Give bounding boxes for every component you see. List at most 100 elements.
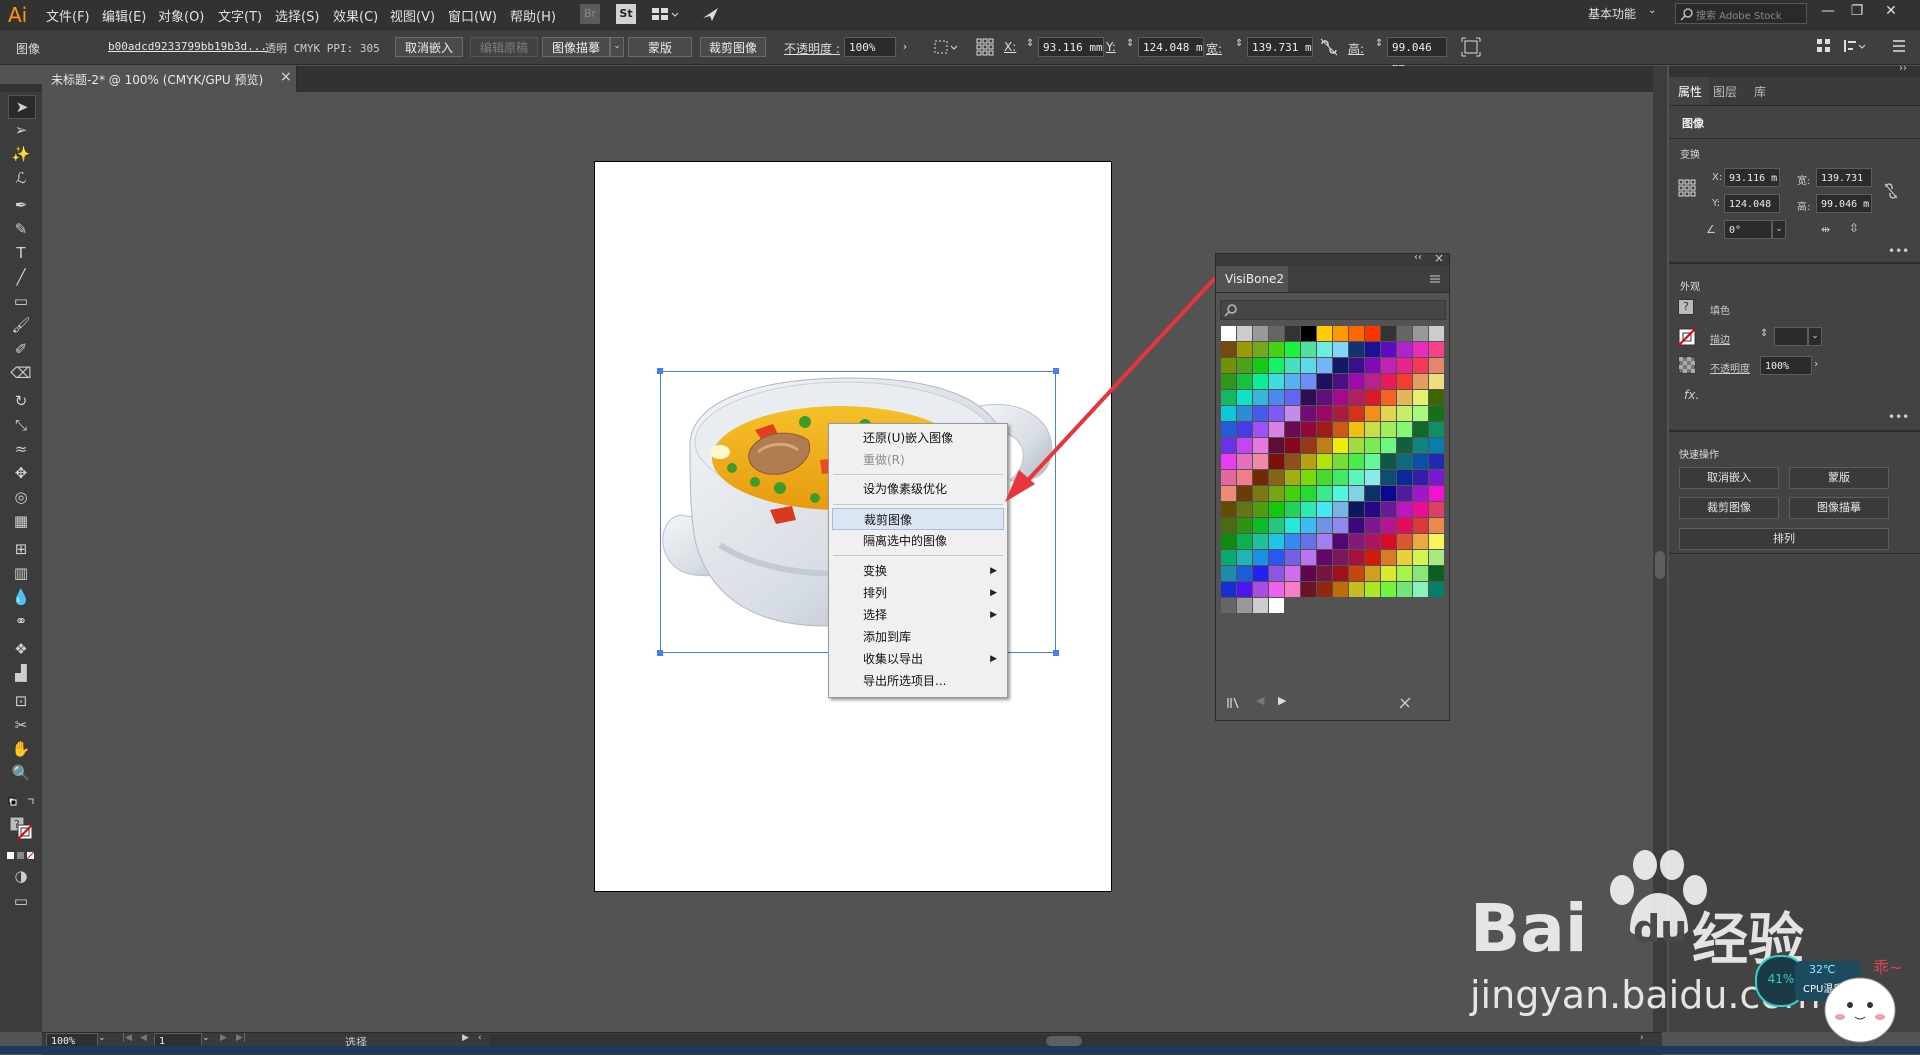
flip-vertical-icon[interactable]: ⇳ [1849,221,1859,235]
y-stepper-icon[interactable]: ⇕ [1126,38,1134,49]
previous-artboard-icon[interactable]: ◀ [140,1033,147,1043]
stroke-weight-field[interactable] [1774,327,1808,346]
qa-image-trace-button[interactable]: 图像描摹 [1789,497,1889,519]
color-swatch[interactable] [1285,566,1300,581]
zoom-tool-icon[interactable]: 🔍 [8,762,34,784]
color-swatch[interactable] [1301,582,1316,597]
color-swatch[interactable] [1301,406,1316,421]
color-swatch[interactable] [1221,486,1236,501]
arrange-documents-icon[interactable] [650,4,679,24]
color-swatch[interactable] [1269,358,1284,373]
swatch-panel-header[interactable]: ‹‹ × [1216,251,1449,266]
color-swatch[interactable] [1285,390,1300,405]
color-swatch[interactable] [1237,438,1252,453]
color-swatch[interactable] [1317,566,1332,581]
color-swatch[interactable] [1333,486,1348,501]
scale-tool-icon[interactable]: ⤡ [8,414,34,436]
panel-menu-icon[interactable] [1429,274,1441,284]
color-swatch[interactable] [1429,358,1444,373]
context-item-transform[interactable]: 变换 ▶ [829,560,1007,582]
color-swatch[interactable] [1301,390,1316,405]
scroll-left-icon[interactable]: ‹ [478,1033,482,1043]
color-swatch[interactable] [1381,582,1396,597]
color-swatch[interactable] [1365,342,1380,357]
color-swatch[interactable] [1397,390,1412,405]
color-swatch[interactable] [1317,518,1332,533]
color-swatch[interactable] [1221,550,1236,565]
swatch-libraries-menu-icon[interactable] [1226,696,1242,710]
color-swatch[interactable] [1349,486,1364,501]
fill-stroke-swatch[interactable]: ? [8,815,36,843]
color-swatch[interactable] [1349,358,1364,373]
color-swatch[interactable] [1221,438,1236,453]
color-swatch[interactable] [1365,502,1380,517]
color-swatch[interactable] [1333,550,1348,565]
paintbrush-tool-icon[interactable]: 🖌 [8,314,34,336]
color-swatch[interactable] [1253,550,1268,565]
color-swatch[interactable] [1221,326,1236,341]
color-swatch[interactable] [1285,582,1300,597]
color-swatch[interactable] [1221,518,1236,533]
mesh-tool-icon[interactable]: ⊞ [8,538,34,560]
curvature-tool-icon[interactable]: ✎ [8,218,34,240]
color-swatch[interactable] [1349,550,1364,565]
collapse-panel-icon[interactable]: ‹‹ [1414,252,1422,263]
rotate-tool-icon[interactable]: ↻ [8,390,34,412]
color-swatch[interactable] [1333,470,1348,485]
color-swatch[interactable] [1253,422,1268,437]
color-swatch[interactable] [1237,358,1252,373]
qa-unembed-button[interactable]: 取消嵌入 [1679,467,1779,489]
color-swatch[interactable] [1253,438,1268,453]
color-swatch[interactable] [1381,422,1396,437]
workspace-switcher[interactable]: 基本功能 [1588,5,1636,22]
menu-file[interactable]: 文件(F) [46,6,90,25]
color-swatch[interactable] [1285,406,1300,421]
menu-help[interactable]: 帮助(H) [510,6,556,25]
align-panel-icon[interactable] [1842,37,1866,55]
context-item-arrange[interactable]: 排列 ▶ [829,582,1007,604]
default-colors-icon[interactable] [8,796,36,806]
color-swatch[interactable] [1397,438,1412,453]
color-swatch[interactable] [1333,390,1348,405]
gpu-rocket-icon[interactable] [700,4,722,24]
color-swatch[interactable] [1365,566,1380,581]
context-item-add-to-library[interactable]: 添加到库 [829,626,1007,648]
color-swatch[interactable] [1349,534,1364,549]
color-swatch[interactable] [1397,342,1412,357]
color-swatch[interactable] [1317,390,1332,405]
context-item-isolate-image[interactable]: 隔离选中的图像 [829,530,1007,552]
opacity-arrow-icon[interactable]: › [1814,357,1818,370]
mask-button[interactable]: 蒙版 [628,37,692,57]
color-swatch[interactable] [1365,470,1380,485]
rp-opacity-field[interactable]: 100% [1760,356,1812,375]
selection-tool-icon[interactable]: ➤ [8,95,36,119]
menu-window[interactable]: 窗口(W) [448,6,497,25]
color-swatch[interactable] [1221,406,1236,421]
context-item-export-selection[interactable]: 导出所选项目... [829,670,1007,692]
color-swatch[interactable] [1317,326,1332,341]
color-swatch[interactable] [1285,454,1300,469]
color-swatch[interactable] [1285,438,1300,453]
color-swatch[interactable] [1237,566,1252,581]
color-swatch[interactable] [1429,390,1444,405]
color-swatch[interactable] [1253,358,1268,373]
color-swatch[interactable] [1221,374,1236,389]
color-swatch[interactable] [1413,550,1428,565]
rp-y-field[interactable]: 124.048 [1724,194,1780,213]
menu-type[interactable]: 文字(T) [218,6,262,25]
color-swatch[interactable] [1221,422,1236,437]
color-swatch[interactable] [1365,438,1380,453]
color-swatch[interactable] [1221,598,1236,613]
transform-icon[interactable] [1460,36,1482,58]
first-artboard-icon[interactable]: |◀ [122,1033,132,1043]
color-swatch[interactable] [1413,406,1428,421]
perspective-grid-tool-icon[interactable]: ▦ [8,510,34,532]
color-swatch[interactable] [1429,534,1444,549]
color-swatch[interactable] [1301,326,1316,341]
chevron-down-icon[interactable]: ⌄ [1648,5,1656,16]
selection-handle[interactable] [657,650,663,656]
color-swatch[interactable] [1381,438,1396,453]
color-swatch[interactable] [1317,502,1332,517]
color-swatch[interactable] [1365,486,1380,501]
qa-arrange-button[interactable]: 排列 [1679,528,1889,550]
